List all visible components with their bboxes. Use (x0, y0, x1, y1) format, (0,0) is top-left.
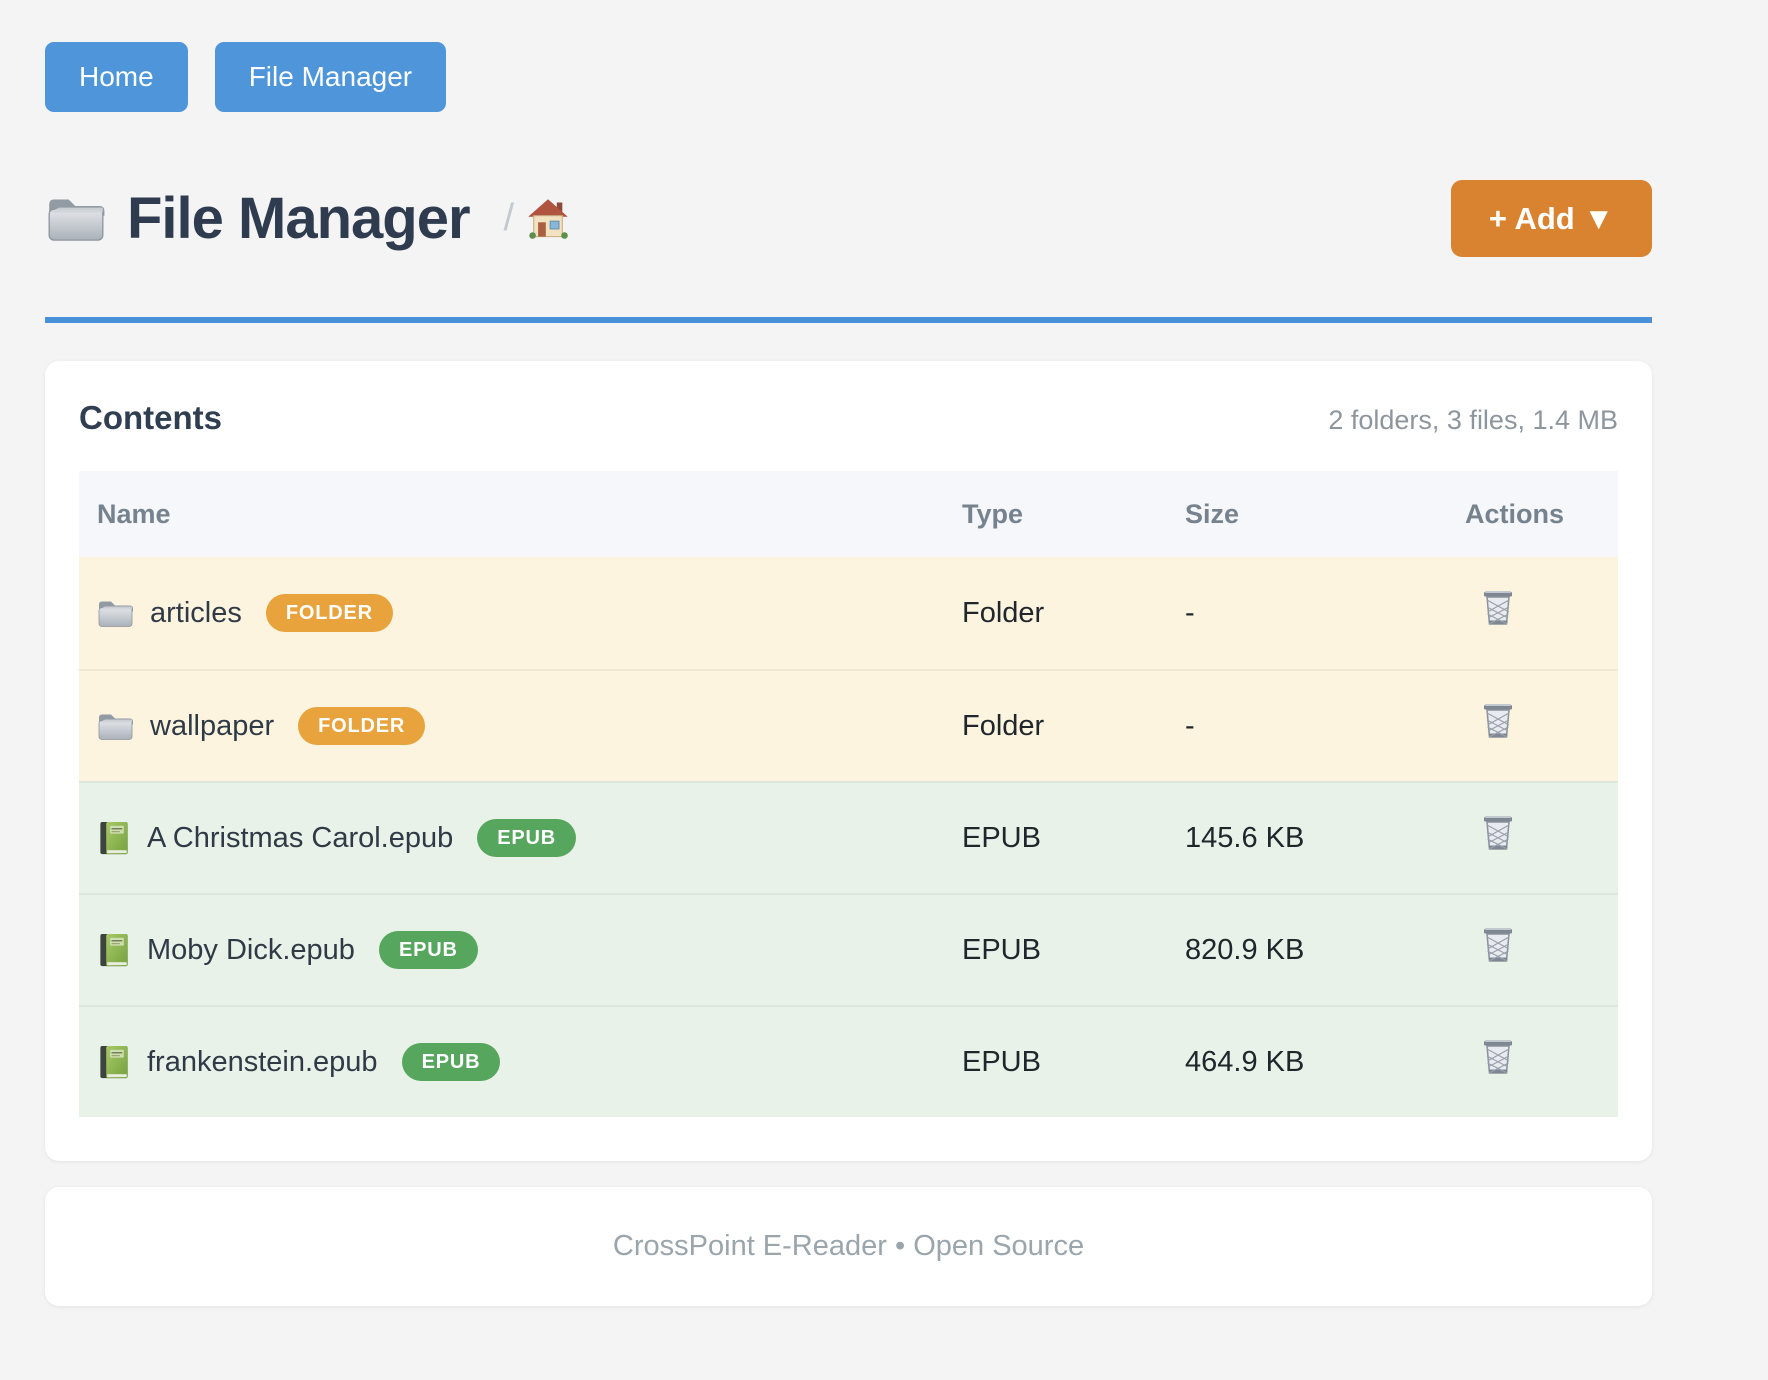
green-book-icon (97, 820, 131, 857)
nav-home-button[interactable]: Home (45, 42, 188, 112)
file-type: Folder (944, 710, 1167, 743)
wastebasket-icon (1479, 588, 1517, 630)
epub-badge: EPUB (402, 1043, 501, 1081)
footer: CrossPoint E-Reader • Open Source (45, 1187, 1652, 1306)
page-title: File Manager (127, 185, 470, 252)
epub-badge: EPUB (379, 931, 478, 969)
column-header-name: Name (79, 499, 944, 530)
delete-button[interactable] (1479, 701, 1517, 743)
file-size: 464.9 KB (1167, 1046, 1447, 1079)
file-name: A Christmas Carol.epub (147, 822, 453, 855)
breadcrumb-home-link[interactable] (526, 197, 570, 241)
epub-badge: EPUB (477, 819, 576, 857)
file-size: 820.9 KB (1167, 934, 1447, 967)
title-wrap: File Manager (45, 185, 470, 252)
home-icon (526, 197, 570, 241)
contents-summary: 2 folders, 3 files, 1.4 MB (1328, 405, 1618, 436)
file-name: articles (150, 597, 242, 630)
table-row-christmas-carol[interactable]: A Christmas Carol.epub EPUB EPUB 145.6 K… (79, 781, 1618, 893)
wastebasket-icon (1479, 925, 1517, 967)
green-book-icon (97, 1044, 131, 1081)
breadcrumb-separator: / (504, 197, 515, 240)
breadcrumb: / (504, 197, 571, 241)
top-navigation: Home File Manager (45, 0, 1652, 112)
file-name: Moby Dick.epub (147, 934, 355, 967)
table-row-articles[interactable]: articles FOLDER Folder - (79, 557, 1618, 669)
title-divider (45, 317, 1652, 323)
wastebasket-icon (1479, 701, 1517, 743)
contents-card-header: Contents 2 folders, 3 files, 1.4 MB (79, 399, 1618, 437)
file-table: Name Type Size Actions articles FOLDER F… (79, 471, 1618, 1117)
file-type: EPUB (944, 934, 1167, 967)
folder-icon (97, 597, 134, 630)
footer-text: CrossPoint E-Reader • Open Source (613, 1230, 1084, 1263)
file-size: - (1167, 597, 1447, 630)
file-type: EPUB (944, 1046, 1167, 1079)
file-type: Folder (944, 597, 1167, 630)
table-header-row: Name Type Size Actions (79, 471, 1618, 557)
add-button[interactable]: + Add ▼ (1451, 180, 1652, 257)
delete-button[interactable] (1479, 813, 1517, 855)
delete-button[interactable] (1479, 1037, 1517, 1079)
wastebasket-icon (1479, 1037, 1517, 1079)
column-header-size: Size (1167, 499, 1447, 530)
contents-heading: Contents (79, 399, 222, 437)
folder-badge: FOLDER (298, 707, 425, 745)
file-size: 145.6 KB (1167, 822, 1447, 855)
file-name: frankenstein.epub (147, 1046, 378, 1079)
folder-badge: FOLDER (266, 594, 393, 632)
page-header: File Manager / + Add ▼ (45, 180, 1652, 257)
file-size: - (1167, 710, 1447, 743)
page-container: Home File Manager File Manager / + Add ▼… (45, 0, 1652, 1306)
file-type: EPUB (944, 822, 1167, 855)
column-header-type: Type (944, 499, 1167, 530)
table-row-wallpaper[interactable]: wallpaper FOLDER Folder - (79, 669, 1618, 781)
table-row-frankenstein[interactable]: frankenstein.epub EPUB EPUB 464.9 KB (79, 1005, 1618, 1117)
file-name: wallpaper (150, 710, 274, 743)
contents-card: Contents 2 folders, 3 files, 1.4 MB Name… (45, 361, 1652, 1161)
green-book-icon (97, 932, 131, 969)
nav-file-manager-button[interactable]: File Manager (215, 42, 446, 112)
column-header-actions: Actions (1447, 499, 1618, 530)
delete-button[interactable] (1479, 925, 1517, 967)
delete-button[interactable] (1479, 588, 1517, 630)
table-row-moby-dick[interactable]: Moby Dick.epub EPUB EPUB 820.9 KB (79, 893, 1618, 1005)
folder-icon (97, 710, 134, 743)
wastebasket-icon (1479, 813, 1517, 855)
open-folder-icon (45, 193, 107, 245)
